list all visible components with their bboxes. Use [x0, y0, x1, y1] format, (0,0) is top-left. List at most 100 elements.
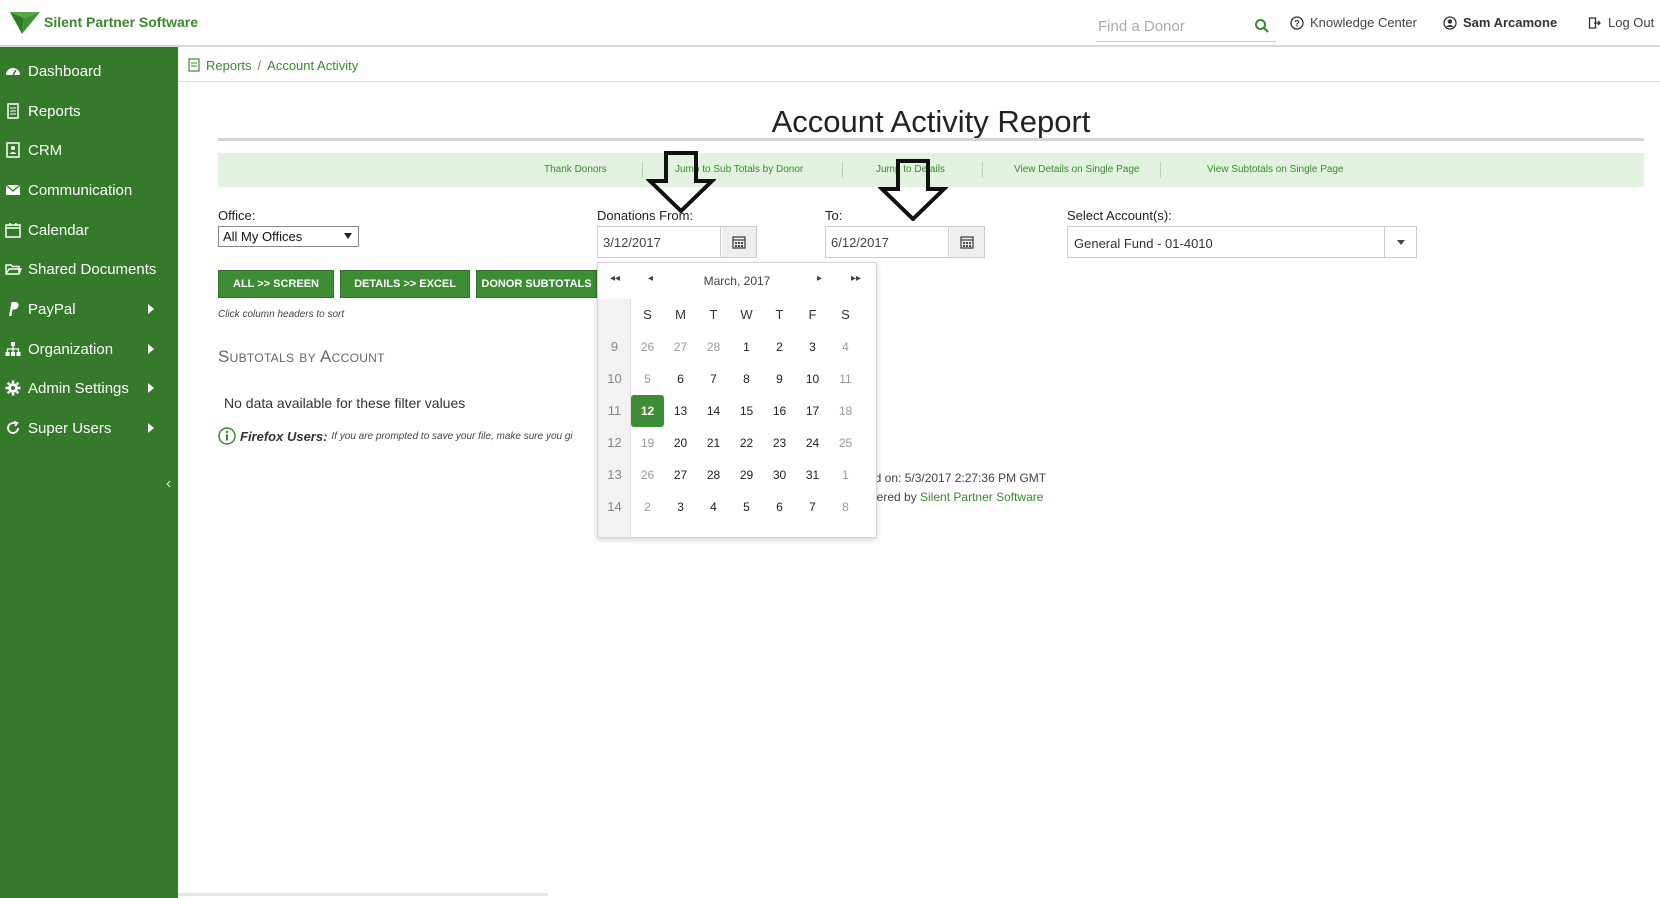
sidebar-item-communication[interactable]: Communication [0, 171, 178, 209]
calendar-day[interactable]: 26 [631, 459, 664, 491]
calendar-day[interactable]: 7 [796, 491, 829, 523]
calendar-day[interactable]: 19 [631, 427, 664, 459]
brand-logo-icon [10, 12, 40, 34]
knowledge-center-link[interactable]: ? Knowledge Center [1290, 15, 1417, 30]
calendar-day[interactable]: 2 [631, 491, 664, 523]
calendar-day[interactable]: 4 [829, 331, 862, 363]
calendar-day[interactable]: 6 [763, 491, 796, 523]
calendar-day[interactable]: 24 [796, 427, 829, 459]
brand[interactable]: Silent Partner Software [10, 10, 198, 34]
calendar-day[interactable]: 8 [829, 491, 862, 523]
chevron-left-icon[interactable]: ‹ [166, 475, 171, 493]
next-month-button[interactable]: ▸ [817, 273, 822, 284]
calendar-day[interactable]: 18 [829, 395, 862, 427]
calendar-day[interactable]: 5 [631, 363, 664, 395]
calendar-day[interactable]: 8 [730, 363, 763, 395]
donor-search [1096, 12, 1276, 42]
contact-card-icon [6, 142, 20, 158]
calendar-day[interactable]: 3 [796, 331, 829, 363]
calendar-day[interactable]: 31 [796, 459, 829, 491]
calendar-day[interactable]: 6 [664, 363, 697, 395]
calendar-day[interactable]: 22 [730, 427, 763, 459]
all-to-screen-button[interactable]: ALL >> SCREEN [218, 270, 334, 298]
sidebar-item-dashboard[interactable]: Dashboard [0, 52, 178, 90]
calendar-day[interactable]: 28 [697, 331, 730, 363]
datepicker-month-label: March, 2017 [703, 274, 771, 288]
sidebar-item-reports[interactable]: Reports [0, 92, 178, 130]
donor-subtotals-button[interactable]: DONOR SUBTOTALS [476, 270, 597, 298]
breadcrumb-separator: / [257, 57, 262, 73]
donor-search-input[interactable] [1096, 12, 1246, 40]
calendar-day[interactable]: 10 [796, 363, 829, 395]
calendar-day[interactable]: 11 [829, 363, 862, 395]
breadcrumb: Reports / Account Activity [188, 55, 358, 75]
calendar-icon [960, 236, 974, 249]
calendar-day[interactable]: 27 [664, 331, 697, 363]
calendar-day[interactable]: 1 [730, 331, 763, 363]
sidebar-item-paypal[interactable]: PayPal [0, 290, 178, 328]
day-of-week-header: W [740, 307, 753, 322]
generated-timestamp: ed on: 5/3/2017 2:27:36 PM GMT [868, 471, 1047, 485]
calendar-day[interactable]: 3 [664, 491, 697, 523]
annotation-arrow-down [646, 151, 716, 213]
calendar-day[interactable]: 13 [664, 395, 697, 427]
sidebar-item-label: Organization [28, 340, 114, 358]
to-calendar-button[interactable] [950, 227, 984, 257]
sidebar-item-organization[interactable]: Organization [0, 330, 178, 368]
logout-link[interactable]: Log Out [1588, 15, 1654, 30]
sidebar-item-crm[interactable]: CRM [0, 131, 178, 169]
horizontal-scrollbar[interactable] [178, 893, 548, 896]
link-separator [842, 162, 843, 178]
week-number: 14 [607, 499, 622, 514]
calendar-day[interactable]: 12 [631, 395, 664, 427]
to-date-input[interactable]: 6/12/2017 [826, 227, 949, 257]
office-select[interactable]: All My Offices [218, 226, 359, 247]
expand-caret-icon [148, 423, 154, 433]
calendar-day[interactable]: 4 [697, 491, 730, 523]
calendar-day[interactable]: 30 [763, 459, 796, 491]
user-menu[interactable]: Sam Arcamone [1443, 15, 1557, 30]
logout-label: Log Out [1608, 15, 1655, 30]
calendar-day[interactable]: 7 [697, 363, 730, 395]
thank-donors-link[interactable]: Thank Donors [544, 164, 607, 175]
day-of-week-header: T [775, 307, 784, 322]
sidebar-item-calendar[interactable]: Calendar [0, 211, 178, 249]
calendar-day[interactable]: 29 [730, 459, 763, 491]
calendar-day[interactable]: 14 [697, 395, 730, 427]
sidebar-item-admin-settings[interactable]: Admin Settings [0, 369, 178, 407]
details-to-excel-button[interactable]: DETAILS >> EXCEL [340, 270, 470, 298]
breadcrumb-current[interactable]: Account Activity [267, 58, 358, 73]
breadcrumb-reports-link[interactable]: Reports [206, 58, 252, 73]
calendar-day[interactable]: 28 [697, 459, 730, 491]
calendar-day[interactable]: 15 [730, 395, 763, 427]
sidebar-item-super-users[interactable]: Super Users [0, 409, 178, 447]
calendar-day[interactable]: 23 [763, 427, 796, 459]
calendar-day[interactable]: 25 [829, 427, 862, 459]
donations-from-field[interactable]: 3/12/2017 [597, 226, 757, 258]
expand-caret-icon [148, 304, 154, 314]
calendar-day[interactable]: 9 [763, 363, 796, 395]
calendar-day[interactable]: 16 [763, 395, 796, 427]
powered-by-link[interactable]: Silent Partner Software [920, 490, 1043, 504]
from-calendar-button[interactable] [722, 227, 756, 257]
calendar-day[interactable]: 27 [664, 459, 697, 491]
next-year-button[interactable]: ▸▸ [851, 273, 861, 284]
calendar-day[interactable]: 2 [763, 331, 796, 363]
calendar-day[interactable]: 21 [697, 427, 730, 459]
calendar-day[interactable]: 17 [796, 395, 829, 427]
to-date-field[interactable]: 6/12/2017 [825, 226, 985, 258]
calendar-day[interactable]: 5 [730, 491, 763, 523]
calendar-day[interactable]: 26 [631, 331, 664, 363]
donations-from-input[interactable]: 3/12/2017 [598, 227, 721, 257]
week-number: 10 [607, 371, 622, 386]
calendar-day[interactable]: 20 [664, 427, 697, 459]
search-icon[interactable] [1254, 18, 1270, 34]
calendar-day[interactable]: 1 [829, 459, 862, 491]
account-select[interactable]: General Fund - 01-4010 [1067, 226, 1417, 258]
account-dropdown-toggle[interactable] [1384, 227, 1416, 257]
sidebar-item-label: Reports [28, 102, 81, 120]
view-subtotals-single-page-link[interactable]: View Subtotals on Single Page [1207, 164, 1344, 175]
sidebar-item-shared-documents[interactable]: Shared Documents [0, 250, 178, 288]
link-separator [642, 162, 643, 178]
view-details-single-page-link[interactable]: View Details on Single Page [1014, 164, 1139, 175]
